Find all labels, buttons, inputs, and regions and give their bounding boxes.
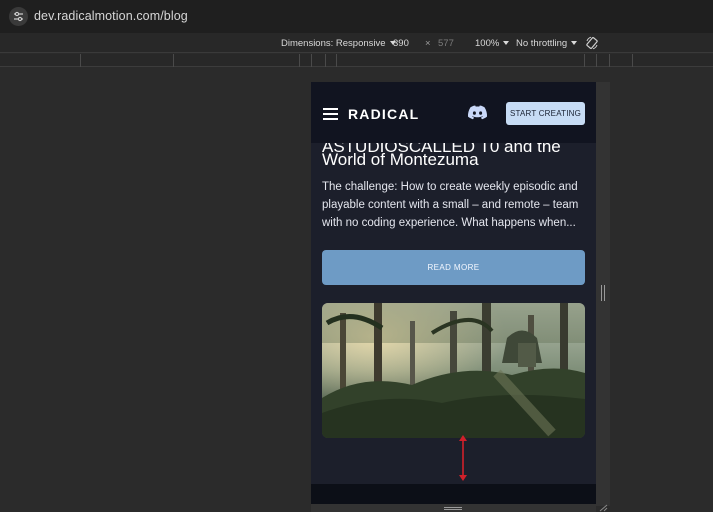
discord-icon[interactable] xyxy=(467,105,488,121)
mobile-viewport: ASTUDIOSCALLED T0 and the RADICAL START … xyxy=(311,82,596,504)
dimension-separator: × xyxy=(425,38,431,49)
ruler-tick[interactable] xyxy=(299,54,300,67)
resize-grip-icon xyxy=(444,507,462,510)
tune-icon[interactable] xyxy=(9,7,28,26)
zoom-label: 100% xyxy=(475,38,500,49)
post-title[interactable]: World of Montezuma xyxy=(322,149,479,171)
menu-icon[interactable] xyxy=(323,108,338,120)
rotate-icon[interactable] xyxy=(585,36,599,50)
ruler-tick[interactable] xyxy=(609,54,610,67)
site-header: RADICAL START CREATING xyxy=(311,82,596,143)
ruler-tick[interactable] xyxy=(173,54,174,67)
ruler-tick[interactable] xyxy=(596,54,597,67)
double-arrow-icon xyxy=(459,435,467,481)
caret-down-icon xyxy=(503,41,510,45)
throttling-label: No throttling xyxy=(516,38,568,49)
resize-handle-right[interactable] xyxy=(596,82,610,506)
ruler-tick[interactable] xyxy=(325,54,326,67)
resize-grip-icon xyxy=(601,285,605,301)
throttling-dropdown[interactable]: No throttling xyxy=(516,38,578,49)
zoom-dropdown[interactable]: 100% xyxy=(475,38,510,49)
dimensions-label: Dimensions: Responsive xyxy=(281,38,386,49)
height-input[interactable]: 577 xyxy=(438,38,454,49)
resize-corner-icon[interactable] xyxy=(598,504,608,512)
ruler-tick[interactable] xyxy=(632,54,633,67)
post-excerpt: The challenge: How to create weekly epis… xyxy=(322,181,579,229)
ruler-tick[interactable] xyxy=(80,54,81,67)
ruler-tick[interactable] xyxy=(311,54,312,67)
site-logo[interactable]: RADICAL xyxy=(348,106,419,122)
ruler-tick[interactable] xyxy=(584,54,585,67)
media-query-ruler xyxy=(0,54,713,67)
post-thumbnail[interactable] xyxy=(322,303,585,438)
start-creating-button[interactable]: START CREATING xyxy=(506,102,585,125)
caret-down-icon xyxy=(571,41,578,45)
viewport-bottom-band xyxy=(311,484,596,504)
resize-handle-bottom[interactable] xyxy=(311,504,596,512)
url-field[interactable]: dev.radicalmotion.com/blog xyxy=(34,9,188,23)
width-input[interactable]: 390 xyxy=(393,38,409,49)
ruler-tick[interactable] xyxy=(336,54,337,67)
device-toolbar: Dimensions: Responsive 390 × 577 100% No… xyxy=(0,33,713,53)
read-more-button[interactable]: READ MORE xyxy=(322,250,585,285)
address-bar: dev.radicalmotion.com/blog xyxy=(0,0,713,33)
dimensions-dropdown[interactable]: Dimensions: Responsive xyxy=(281,38,396,49)
